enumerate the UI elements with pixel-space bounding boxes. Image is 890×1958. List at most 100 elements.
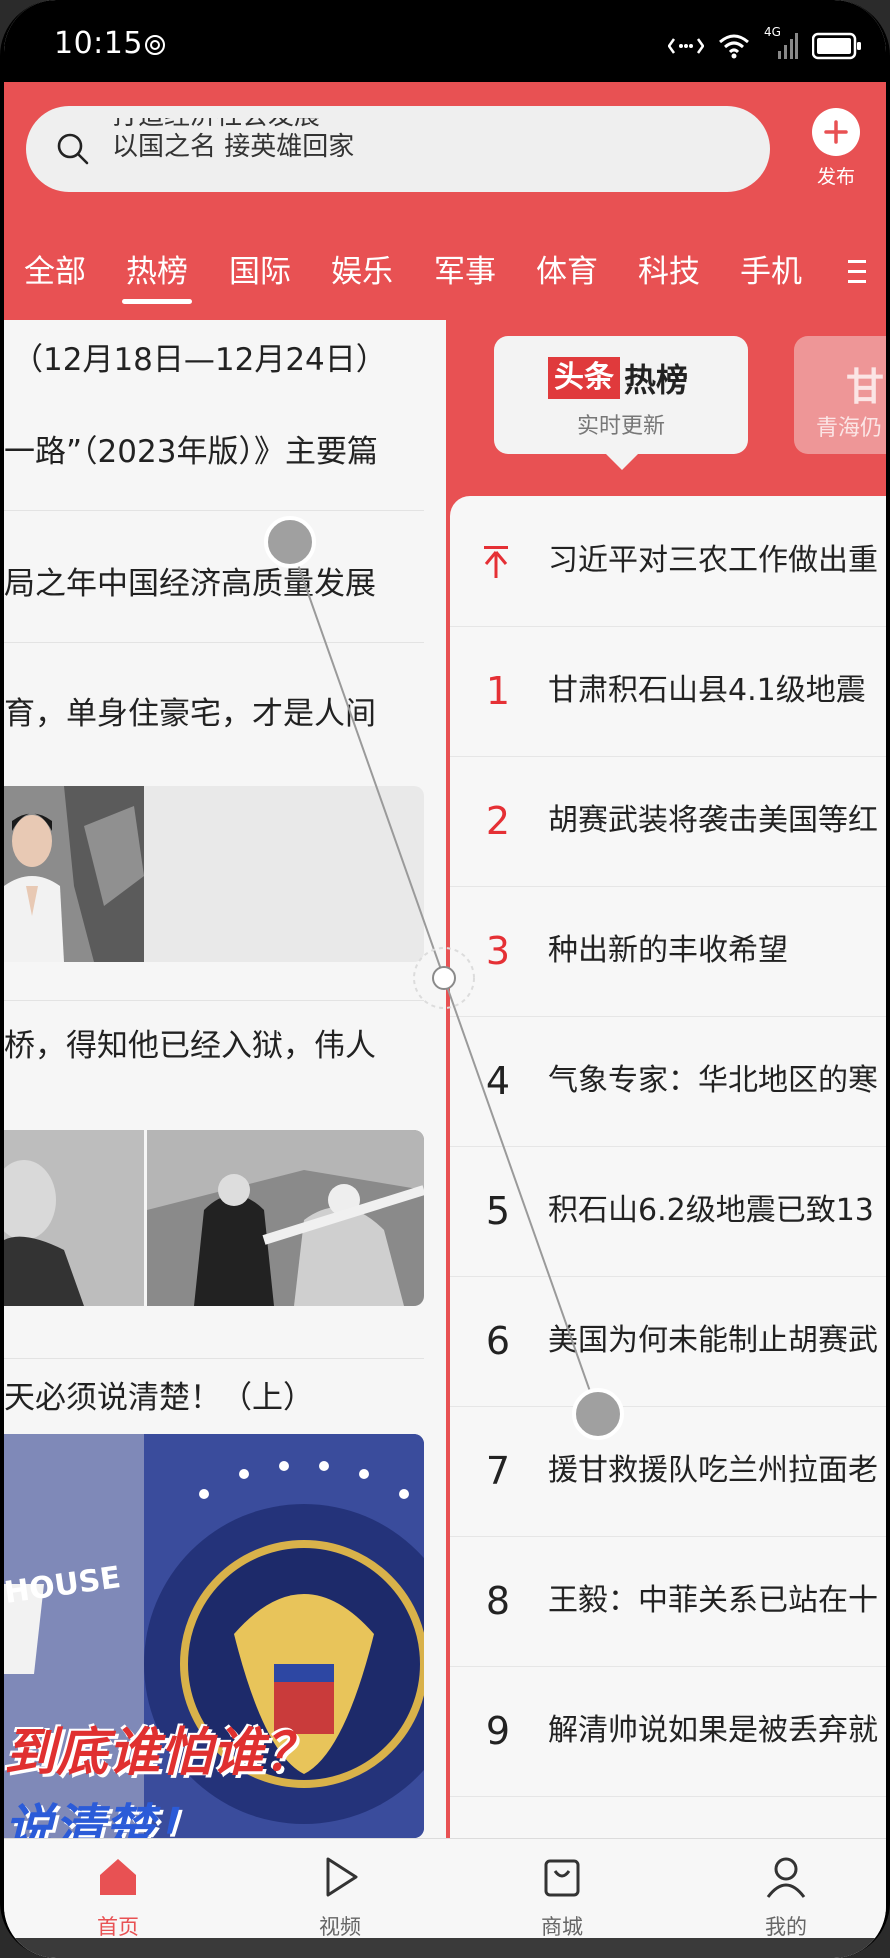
rank-number: 7: [485, 1449, 511, 1493]
tab-military[interactable]: 军事: [434, 237, 496, 307]
hot-list-row[interactable]: 9 解清帅说如果是被丢弃就: [450, 1666, 886, 1797]
tab-entertainment[interactable]: 娱乐: [331, 237, 393, 307]
divider: [4, 1000, 424, 1001]
hot-list-row[interactable]: 5 积石山6.2级地震已致13: [450, 1146, 886, 1277]
gansu-card-subtitle: 青海仍: [816, 416, 883, 441]
rank-number: 5: [485, 1189, 511, 1233]
nav-video-label: 视频: [319, 1915, 361, 1939]
hot-list-title: 头条 热榜: [548, 356, 688, 400]
hot-list: 习近平对三农工作做出重 1 甘肃积石山县4.1级地震 2 胡赛武装将袭击美国等红…: [450, 496, 886, 1838]
rank-number: 9: [485, 1709, 511, 1753]
tab-mobile[interactable]: 手机: [740, 237, 802, 307]
nav-me-label: 我的: [765, 1915, 807, 1939]
nav-mall[interactable]: 商城: [502, 1853, 622, 1941]
hot-list-text: 胡赛武装将袭击美国等红: [548, 803, 878, 838]
hot-list-subtitle: 实时更新: [576, 414, 665, 439]
publish-button[interactable]: 发布: [804, 108, 868, 189]
screen: 10:15 4G 以国之名 接英雄回家 发布 全部 热榜 国际 娱乐 军事 体育…: [4, 0, 886, 1958]
battery-icon: [812, 32, 861, 60]
user-icon: [766, 1857, 806, 1898]
status-time: 10:15: [54, 26, 143, 61]
nav-video[interactable]: 视频: [280, 1853, 400, 1941]
hot-list-text: 积石山6.2级地震已致13: [548, 1193, 874, 1228]
shopping-bag-icon: [544, 1859, 580, 1897]
search-rolling-hint: 打造经济社会发展 以国之名 接英雄回家: [112, 118, 732, 180]
hot-label: 热榜: [624, 361, 689, 399]
wifi-icon: [719, 34, 749, 59]
home-indicator: [4, 1938, 886, 1958]
menu-icon[interactable]: [846, 257, 868, 287]
hot-list-row[interactable]: 7 援甘救援队吃兰州拉面老: [450, 1406, 886, 1537]
feed-video-thumbnail[interactable]: HOUSE 到底谁怕谁？ 说清楚！: [4, 1434, 424, 1838]
hot-list-text: 王毅：中菲关系已站在十: [548, 1583, 878, 1618]
thumbnail-caption-headline: 到底谁怕谁？: [4, 1723, 317, 1783]
gansu-card-title: 甘: [846, 365, 885, 409]
rank-number: 3: [485, 929, 511, 973]
nfc-icon: [668, 38, 704, 54]
tab-sports[interactable]: 体育: [536, 237, 598, 307]
status-icons: 4G: [668, 25, 862, 62]
rank-number: 2: [485, 799, 511, 843]
toutiao-badge: 头条: [548, 357, 620, 399]
hot-list-text: 援甘救援队吃兰州拉面老: [548, 1453, 878, 1488]
feed-image-row[interactable]: [4, 786, 424, 962]
thumbnail-caption-sub: 说清楚！: [4, 1799, 204, 1838]
hot-list-text: 习近平对三农工作做出重: [548, 543, 878, 578]
tab-tech[interactable]: 科技: [638, 237, 700, 307]
news-feed[interactable]: （12月18日—12月24日） 一路”（2023年版）》主要篇 局之年中国经济高…: [4, 320, 446, 1838]
content-area: （12月18日—12月24日） 一路”（2023年版）》主要篇 局之年中国经济高…: [4, 320, 886, 1838]
hot-list-text: 美国为何未能制止胡赛武: [548, 1323, 878, 1358]
hot-list-row[interactable]: 4 气象专家：华北地区的寒: [450, 1016, 886, 1147]
feed-item-title[interactable]: 局之年中国经济高质量发展: [4, 564, 376, 604]
rank-number: 4: [485, 1059, 511, 1103]
tab-hot[interactable]: 热榜: [122, 237, 192, 307]
feed-item-title[interactable]: 天必须说清楚！（上）: [4, 1378, 314, 1418]
divider: [4, 510, 424, 511]
feed-item-title[interactable]: （12月18日—12月24日）: [12, 340, 387, 380]
news-photo-woman: [4, 786, 144, 962]
news-photo-historical: [4, 1130, 424, 1306]
hot-list-row[interactable]: 6 美国为何未能制止胡赛武: [450, 1276, 886, 1407]
hot-list-row[interactable]: 3 种出新的丰收希望: [450, 886, 886, 1017]
tab-all[interactable]: 全部: [24, 237, 86, 307]
feed-image-row[interactable]: [4, 1130, 424, 1306]
nav-home[interactable]: 首页: [58, 1853, 178, 1941]
signal-icon: 4G: [764, 25, 798, 61]
feed-item-title[interactable]: 一路”（2023年版）》主要篇: [4, 432, 378, 472]
search-hint-current: 以国之名 接英雄回家: [112, 132, 355, 162]
hotspot-icon: [145, 35, 165, 55]
search-hint-previous: 打造经济社会发展: [112, 118, 732, 132]
divider: [4, 1358, 424, 1359]
hot-list-row[interactable]: 8 王毅：中菲关系已站在十: [450, 1536, 886, 1667]
phone-frame: 10:15 4G 以国之名 接英雄回家 发布 全部 热榜 国际 娱乐 军事 体育…: [0, 0, 890, 1958]
feed-item-title[interactable]: 育，单身住豪宅，才是人间: [4, 694, 376, 734]
header: 打造经济社会发展 以国之名 接英雄回家 发布 全部 热榜 国际 娱乐 军事 体育…: [4, 82, 886, 320]
tab-international[interactable]: 国际: [229, 237, 291, 307]
nav-home-label: 首页: [97, 1915, 139, 1939]
publish-label: 发布: [816, 166, 855, 188]
status-bar: 10:15 4G: [4, 0, 886, 82]
nav-me[interactable]: 我的: [726, 1853, 846, 1941]
hot-list-row[interactable]: 1 甘肃积石山县4.1级地震: [450, 626, 886, 757]
nav-mall-label: 商城: [541, 1915, 583, 1939]
hot-list-card[interactable]: 头条 热榜 实时更新: [494, 336, 748, 470]
pin-top-icon: [484, 546, 508, 578]
plus-icon: [812, 108, 860, 156]
category-tabs: 全部 热榜 国际 娱乐 军事 体育 科技 手机: [4, 237, 886, 320]
hot-list-text: 解清帅说如果是被丢弃就: [548, 1713, 878, 1748]
hot-list-text: 气象专家：华北地区的寒: [548, 1063, 878, 1098]
gansu-card[interactable]: 甘 青海仍: [794, 336, 886, 454]
hot-list-row-pinned[interactable]: 习近平对三农工作做出重: [450, 496, 886, 627]
search-bar[interactable]: 打造经济社会发展 以国之名 接英雄回家: [26, 106, 770, 192]
home-icon: [100, 1859, 136, 1895]
rank-number: 6: [485, 1319, 511, 1363]
feed-item-title[interactable]: 桥，得知他已经入狱，伟人: [4, 1026, 376, 1066]
hot-list-row[interactable]: 2 胡赛武装将袭击美国等红: [450, 756, 886, 887]
search-icon: [57, 133, 89, 165]
hot-list-panel: 头条 热榜 实时更新 甘 青海仍 习近平对三农工作做出重 1 甘肃积石山县4.1…: [446, 320, 886, 1838]
rank-number: 1: [485, 669, 511, 713]
divider: [4, 642, 424, 643]
rank-number: 8: [485, 1579, 511, 1623]
hot-list-text: 种出新的丰收希望: [548, 933, 788, 968]
play-icon: [326, 1857, 358, 1897]
